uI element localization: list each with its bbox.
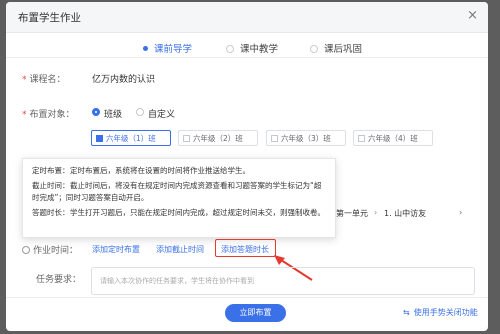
add-schedule-link[interactable]: 添加定时布置 bbox=[92, 244, 140, 255]
class-label: 六年级（1）班 bbox=[106, 134, 156, 143]
help-icon[interactable] bbox=[22, 246, 30, 254]
class-checkbox-1[interactable]: 六年级（1）班 bbox=[91, 130, 171, 146]
chevron-right-icon[interactable]: › bbox=[459, 208, 462, 217]
divider bbox=[6, 57, 488, 58]
course-value: 亿万内数的认识 bbox=[92, 75, 156, 85]
close-icon[interactable]: × bbox=[467, 8, 478, 23]
chapter-lesson: 1. 山中访友 bbox=[384, 209, 427, 218]
chapter-unit: 第一单元 bbox=[336, 209, 368, 218]
requirement-label: 任务要求： bbox=[36, 275, 82, 285]
requirement-input[interactable]: 请输入本次协作的任务要求，学生将在协作中看到 bbox=[91, 267, 475, 295]
class-checkbox-4[interactable]: 六年级（4）班 bbox=[353, 130, 433, 146]
time-help-tooltip: 定时布置：定时布置后，系统将在设置的时间将作业推送给学生。 截止时间：截止时间后… bbox=[22, 158, 336, 238]
tab-label: 课中教学 bbox=[240, 44, 279, 55]
submit-button[interactable]: 立即布置 bbox=[225, 304, 286, 322]
radio-dot-icon bbox=[310, 45, 318, 53]
class-checkbox-3[interactable]: 六年级（3）班 bbox=[266, 130, 346, 146]
tip-deadline: 截止时间：截止时间后，将没有在规定时间内完成资源查看和习题答案的学生标记为“超时… bbox=[32, 181, 322, 202]
tab-post-class[interactable]: 课后巩固 bbox=[310, 41, 362, 55]
tab-label: 课后巩固 bbox=[324, 44, 363, 55]
tip-scheduled: 定时布置：定时布置后，系统将在设置的时间将作业推送给学生。 bbox=[32, 166, 250, 175]
checkbox-icon bbox=[358, 135, 365, 142]
add-deadline-link[interactable]: 添加截止时间 bbox=[156, 244, 204, 255]
step-tabs: 课前导学 课中教学 课后巩固 bbox=[6, 41, 488, 57]
time-label: 作业时间： bbox=[22, 243, 78, 256]
assign-homework-dialog: 布置学生作业 × 课前导学 课中教学 课后巩固 * 课程名： 亿万内数的认识 * 布… bbox=[6, 2, 488, 331]
class-radio[interactable] bbox=[92, 108, 100, 116]
dialog-header: 布置学生作业 × bbox=[6, 2, 488, 33]
highlight-box bbox=[215, 239, 276, 257]
tab-label: 课前导学 bbox=[154, 44, 193, 55]
checkbox-icon bbox=[271, 135, 278, 142]
custom-radio[interactable] bbox=[136, 108, 144, 116]
class-label: 六年级（4）班 bbox=[368, 134, 418, 143]
requirement-placeholder: 请输入本次协作的任务要求，学生将在协作中看到 bbox=[100, 277, 254, 285]
target-label: * 布置对象： bbox=[22, 110, 75, 120]
gesture-close-link[interactable]: ⇆ 使用手势关闭功能 bbox=[403, 307, 478, 318]
checkbox-icon bbox=[183, 135, 190, 142]
course-label: * 课程名： bbox=[22, 75, 66, 85]
class-checkbox-2[interactable]: 六年级（2）班 bbox=[178, 130, 258, 146]
checkbox-icon bbox=[96, 135, 103, 142]
dialog-title: 布置学生作业 bbox=[18, 12, 81, 24]
footer-divider bbox=[6, 297, 488, 298]
custom-option-label: 自定义 bbox=[148, 110, 176, 120]
swap-icon: ⇆ bbox=[403, 308, 410, 317]
class-label: 六年级（3）班 bbox=[281, 134, 331, 143]
class-label: 六年级（2）班 bbox=[193, 134, 243, 143]
radio-dot-icon bbox=[226, 45, 234, 53]
radio-dot-icon bbox=[143, 46, 148, 51]
tab-in-class[interactable]: 课中教学 bbox=[226, 41, 278, 55]
class-option-label: 班级 bbox=[104, 110, 123, 120]
tab-pre-class[interactable]: 课前导学 bbox=[143, 41, 192, 55]
gesture-close-label: 使用手势关闭功能 bbox=[413, 308, 478, 317]
chapter-separator-icon: › bbox=[374, 208, 378, 217]
tip-duration: 答题时长：学生打开习题后，只能在规定时间内完成，超过规定时间未交，则强制收卷。 bbox=[32, 208, 325, 217]
